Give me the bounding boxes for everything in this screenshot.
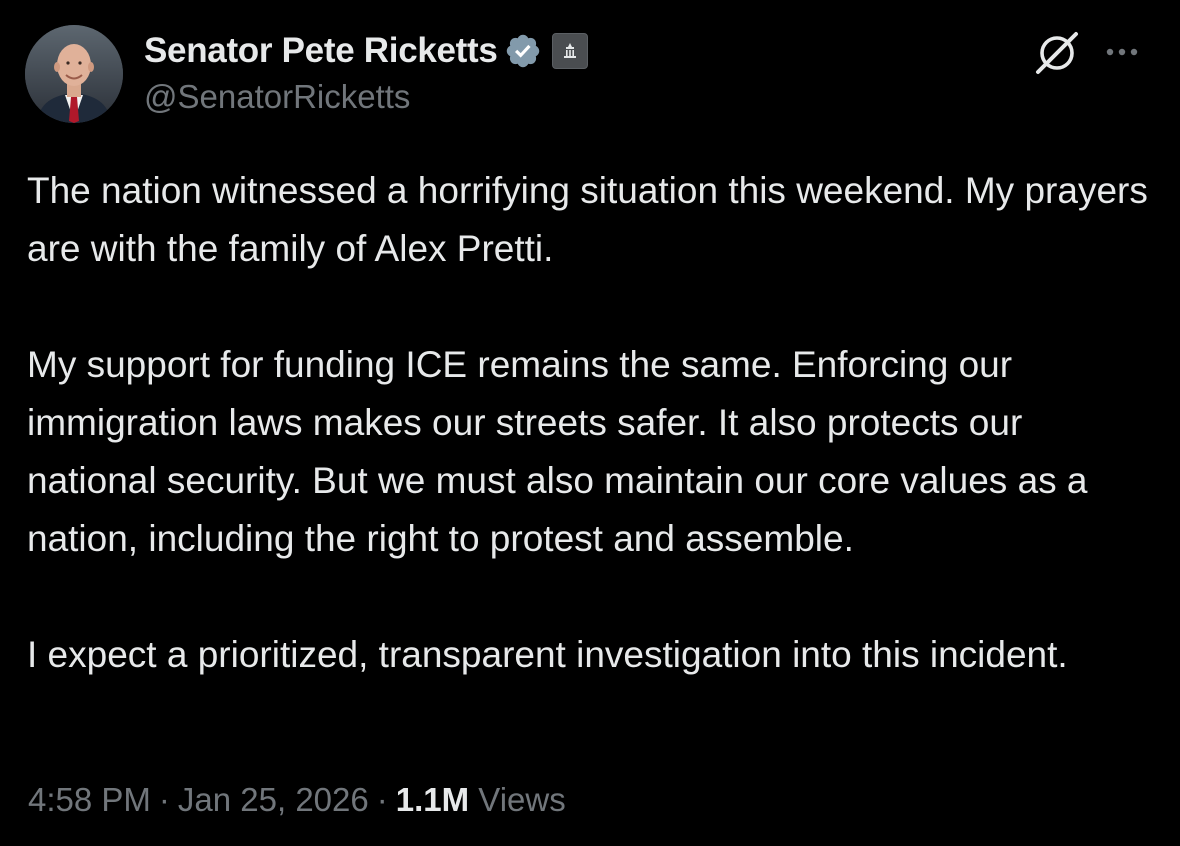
author-display-name[interactable]: Senator Pete Ricketts bbox=[144, 31, 498, 71]
tweet-time[interactable]: 4:58 PM bbox=[28, 781, 151, 818]
tweet-paragraph: The nation witnessed a horrifying situat… bbox=[27, 170, 1148, 269]
tweet-text: The nation witnessed a horrifying situat… bbox=[27, 162, 1157, 684]
tweet-paragraph: I expect a prioritized, transparent inve… bbox=[27, 634, 1068, 675]
views-label: Views bbox=[478, 781, 566, 818]
tweet-paragraph: My support for funding ICE remains the s… bbox=[27, 344, 1088, 559]
author-handle[interactable]: @SenatorRicketts bbox=[144, 78, 410, 116]
tweet-card: Senator Pete Ricketts @SenatorRicketts T… bbox=[0, 0, 1180, 846]
separator-dot: · bbox=[158, 781, 170, 818]
more-options-icon[interactable] bbox=[1100, 30, 1144, 74]
verified-badge-icon[interactable] bbox=[504, 32, 542, 70]
government-building-icon[interactable] bbox=[551, 33, 588, 69]
views-count[interactable]: 1.1M bbox=[396, 781, 469, 818]
grok-icon[interactable] bbox=[1032, 28, 1082, 78]
separator-dot: · bbox=[376, 781, 388, 818]
avatar[interactable] bbox=[25, 25, 123, 123]
tweet-date[interactable]: Jan 25, 2026 bbox=[178, 781, 369, 818]
tweet-meta: 4:58 PM · Jan 25, 2026 · 1.1M Views bbox=[28, 781, 566, 819]
author-name-row: Senator Pete Ricketts bbox=[144, 28, 588, 74]
